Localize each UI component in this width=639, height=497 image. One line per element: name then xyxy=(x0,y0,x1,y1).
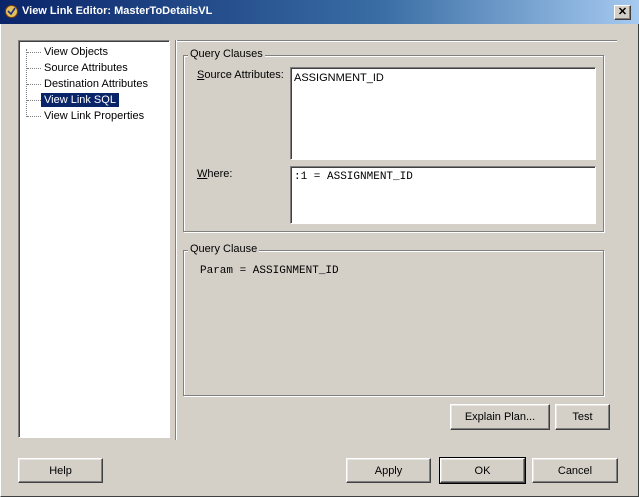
app-icon xyxy=(4,4,19,19)
source-attributes-field[interactable]: ASSIGNMENT_ID xyxy=(290,67,596,160)
tree-vertical-connector xyxy=(26,49,27,117)
close-icon: ✕ xyxy=(617,6,628,18)
window-title: View Link Editor: MasterToDetailsVL xyxy=(22,5,213,17)
query-clauses-label: Query Clauses xyxy=(188,48,265,60)
tree-connector xyxy=(27,52,41,54)
close-button[interactable]: ✕ xyxy=(614,5,631,20)
navigation-tree[interactable]: View Objects Source Attributes Destinati… xyxy=(18,40,170,438)
help-button[interactable]: Help xyxy=(18,458,103,483)
tree-item-view-objects[interactable]: View Objects xyxy=(41,45,111,59)
tree-connector xyxy=(27,116,41,118)
where-field[interactable]: :1 = ASSIGNMENT_ID xyxy=(290,166,596,224)
ok-button[interactable]: OK xyxy=(439,457,526,484)
where-value[interactable]: :1 = ASSIGNMENT_ID xyxy=(294,171,413,183)
vertical-separator xyxy=(175,40,177,440)
explain-plan-button[interactable]: Explain Plan... xyxy=(450,404,550,430)
tree-connector xyxy=(27,84,41,86)
horizontal-separator xyxy=(177,40,617,42)
test-button[interactable]: Test xyxy=(555,404,610,430)
tree-item-source-attributes[interactable]: Source Attributes xyxy=(41,61,131,75)
apply-button[interactable]: Apply xyxy=(346,458,431,483)
tree-item-destination-attributes[interactable]: Destination Attributes xyxy=(41,77,151,91)
where-label: Where: xyxy=(197,168,233,180)
query-clause-text: Param = ASSIGNMENT_ID xyxy=(200,265,339,277)
tree-item-view-link-sql[interactable]: View Link SQL xyxy=(41,93,119,107)
cancel-button[interactable]: Cancel xyxy=(532,458,618,483)
tree-item-view-link-properties[interactable]: View Link Properties xyxy=(41,109,147,123)
source-attributes-value[interactable]: ASSIGNMENT_ID xyxy=(294,72,384,84)
tree-connector xyxy=(27,100,41,102)
query-clause-label: Query Clause xyxy=(188,243,260,255)
source-attributes-label: Source Attributes: xyxy=(197,69,284,81)
tree-connector xyxy=(27,68,41,70)
